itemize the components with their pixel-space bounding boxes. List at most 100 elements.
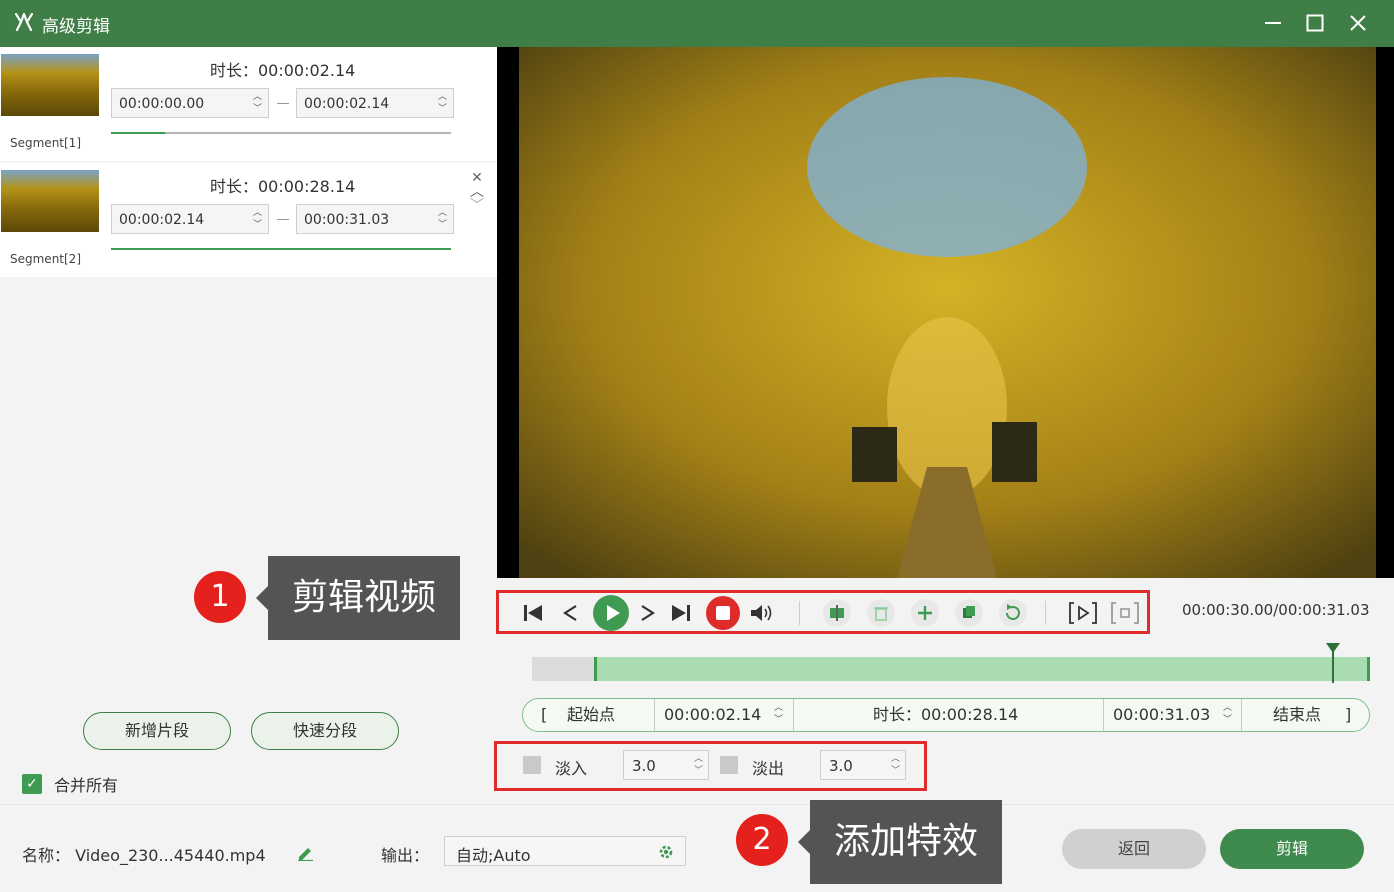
segment-thumbnail — [1, 54, 99, 116]
playback-controls — [496, 590, 1150, 634]
spinner-arrows-icon[interactable]: ︿ ﹀ — [438, 91, 447, 115]
split-icon[interactable] — [821, 599, 853, 627]
range-separator — [277, 103, 289, 104]
segment-end-input[interactable]: 00:00:02.14 ︿ ﹀ — [296, 88, 454, 118]
output-label: 输出： — [381, 846, 430, 865]
fade-out-checkbox[interactable] — [720, 756, 738, 774]
footer-bar: 名称： Video_230...45440.mp4 输出： 自动;Auto 返回… — [0, 804, 1394, 892]
close-button[interactable] — [1343, 8, 1373, 38]
toolbar-divider — [799, 601, 800, 625]
range-divider — [793, 699, 794, 731]
segment-duration: 时长：00:00:28.14 — [210, 177, 356, 196]
delete-icon[interactable] — [865, 599, 897, 627]
playhead-marker[interactable] — [1326, 643, 1340, 683]
segment-controls: ✕ ︿ ﹀ — [467, 171, 487, 213]
play-icon — [593, 595, 629, 631]
go-to-start-icon[interactable] — [519, 599, 549, 627]
timeline-selection[interactable] — [594, 657, 1370, 681]
set-start-button[interactable]: 起始点 — [567, 699, 615, 731]
settings-gear-icon[interactable] — [657, 843, 675, 861]
name-label-text: 名称： — [22, 846, 71, 865]
fade-effects: 淡入 3.0 ︿ ﹀ 淡出 3.0 ︿ ﹀ — [494, 741, 927, 791]
segment-start-input[interactable]: 00:00:00.00 ︿ ﹀ — [111, 88, 269, 118]
maximize-icon — [1306, 14, 1324, 32]
title-bar: 高级剪辑 — [0, 0, 1394, 47]
back-button[interactable]: 返回 — [1062, 829, 1206, 869]
file-name-value: Video_230...45440.mp4 — [75, 846, 266, 865]
merge-all-checkbox[interactable]: ✓ 合并所有 — [22, 772, 118, 796]
output-format-select[interactable]: 自动;Auto — [444, 836, 686, 866]
copy-icon[interactable] — [953, 599, 985, 627]
annotation-callout-2: 添加特效 — [798, 800, 1002, 884]
range-end-input[interactable]: 00:00:31.03 — [1113, 699, 1210, 731]
fade-in-input[interactable]: 3.0 ︿ ﹀ — [623, 750, 709, 780]
file-name-label: 名称： Video_230...45440.mp4 — [22, 842, 266, 866]
stop-icon — [706, 596, 740, 630]
spinner-arrows-icon[interactable]: ︿ ﹀ — [891, 753, 900, 777]
edit-name-icon[interactable] — [296, 843, 314, 861]
merge-all-label: 合并所有 — [54, 776, 119, 795]
segment-progress-fill — [111, 132, 166, 134]
segment-thumbnail — [1, 170, 99, 232]
range-divider — [1103, 699, 1104, 731]
spinner-arrows-icon[interactable]: ︿ ﹀ — [253, 207, 262, 231]
spinner-arrows-icon[interactable]: ︿ ﹀ — [253, 91, 262, 115]
app-logo-icon — [14, 12, 34, 32]
play-button[interactable] — [593, 595, 629, 631]
add-segment-button[interactable]: 新增片段 — [83, 712, 231, 750]
maximize-button[interactable] — [1300, 8, 1330, 38]
fade-in-value: 3.0 — [632, 757, 656, 775]
fade-out-input[interactable]: 3.0 ︿ ﹀ — [820, 750, 906, 780]
playback-timecode: 00:00:30.00/00:00:31.03 — [1182, 601, 1370, 619]
previous-frame-icon[interactable] — [555, 599, 585, 627]
move-down-icon[interactable]: ﹀ — [467, 199, 487, 213]
video-frame-forest — [497, 47, 1394, 578]
segment-start-input[interactable]: 00:00:02.14 ︿ ﹀ — [111, 204, 269, 234]
timeline-track[interactable] — [532, 657, 1370, 681]
minimize-button[interactable] — [1258, 8, 1288, 38]
fade-in-checkbox[interactable] — [523, 756, 541, 774]
spinner-arrows-icon[interactable]: ︿ ﹀ — [694, 753, 703, 777]
close-icon — [1350, 15, 1366, 31]
set-in-point-icon[interactable] — [1067, 599, 1099, 627]
move-up-icon[interactable]: ︿ — [467, 185, 487, 199]
range-separator — [277, 219, 289, 220]
window-title: 高级剪辑 — [42, 17, 110, 37]
segment-label: Segment[2] — [10, 252, 81, 266]
add-icon[interactable] — [909, 599, 941, 627]
segment-end-value: 00:00:02.14 — [304, 96, 390, 112]
advanced-edit-window: 高级剪辑 Segment[1] 时长：00:00:02.14 00:00:00.… — [0, 0, 1394, 892]
segment-progress-bar — [111, 248, 451, 250]
output-format-value: 自动;Auto — [456, 846, 531, 865]
spinner-arrows-icon[interactable]: ︿ ﹀ — [774, 702, 783, 726]
fade-in-label: 淡入 — [555, 759, 588, 778]
range-divider — [1241, 699, 1242, 731]
delete-segment-icon[interactable]: ✕ — [467, 171, 487, 185]
quick-split-button[interactable]: 快速分段 — [251, 712, 399, 750]
segment-label: Segment[1] — [10, 136, 81, 150]
spinner-arrows-icon[interactable]: ︿ ﹀ — [438, 207, 447, 231]
end-bracket-icon: ] — [1345, 705, 1352, 724]
segment-item[interactable]: Segment[1] 时长：00:00:02.14 00:00:00.00 ︿ ﹀… — [0, 47, 497, 161]
cut-button[interactable]: 剪辑 — [1220, 829, 1364, 869]
fade-out-label: 淡出 — [752, 759, 785, 778]
range-divider — [654, 699, 655, 731]
set-end-button[interactable]: 结束点 — [1273, 699, 1321, 731]
go-to-end-icon[interactable] — [665, 599, 695, 627]
next-frame-icon[interactable] — [633, 599, 663, 627]
range-bar: [ 起始点 00:00:02.14 ︿ ﹀ 时长：00:00:28.14 00:0… — [522, 698, 1370, 732]
volume-icon[interactable] — [747, 599, 777, 627]
minimize-icon — [1265, 22, 1281, 24]
range-start-input[interactable]: 00:00:02.14 — [664, 699, 761, 731]
segment-start-value: 00:00:02.14 — [119, 212, 205, 228]
spinner-arrows-icon[interactable]: ︿ ﹀ — [1223, 702, 1232, 726]
segment-end-input[interactable]: 00:00:31.03 ︿ ﹀ — [296, 204, 454, 234]
video-preview[interactable] — [497, 47, 1394, 578]
segment-panel: Segment[1] 时长：00:00:02.14 00:00:00.00 ︿ ﹀… — [0, 47, 497, 804]
checkbox-checked-icon[interactable]: ✓ — [22, 774, 42, 794]
stop-button[interactable] — [705, 595, 741, 631]
segment-item[interactable]: Segment[2] 时长：00:00:28.14 00:00:02.14 ︿ ﹀… — [0, 163, 497, 277]
reset-icon[interactable] — [997, 599, 1029, 627]
annotation-badge-1: 1 — [194, 571, 246, 623]
set-out-point-icon[interactable] — [1109, 599, 1141, 627]
